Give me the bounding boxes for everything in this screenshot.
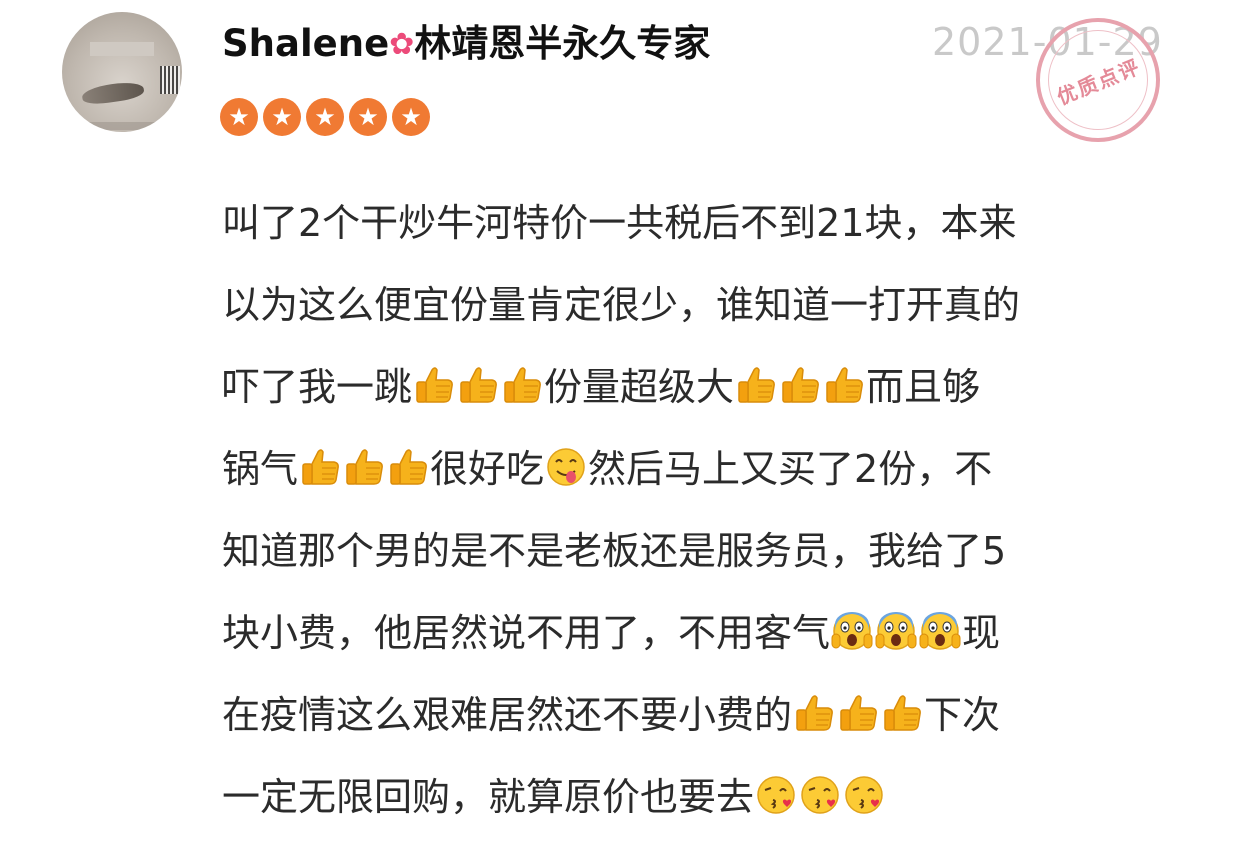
review-line: 以为这么便宜份量肯定很少，谁知道一打开真的 <box>222 264 1182 346</box>
review-text-segment: 份量超级大 <box>544 365 735 409</box>
username-title[interactable]: 林靖恩半永久专家 <box>414 22 710 65</box>
star-rating: ★ ★ ★ ★ ★ <box>220 98 430 136</box>
review-text-segment: 很好吃 <box>430 447 545 491</box>
review-text-segment: 在疫情这么艰难居然还不要小费的 <box>222 693 793 737</box>
avatar-qr-code <box>160 66 180 94</box>
star-icon: ★ <box>263 98 301 136</box>
yum-face-icon <box>544 434 588 486</box>
review-line: 知道那个男的是不是老板还是服务员，我给了5 <box>222 510 1182 592</box>
review-text-segment: 一定无限回购，就算原价也要去 <box>222 775 755 819</box>
avatar-caption <box>84 122 160 130</box>
scream-face-icon <box>874 598 918 650</box>
star-icon: ★ <box>220 98 258 136</box>
star-icon: ★ <box>392 98 430 136</box>
star-icon: ★ <box>349 98 387 136</box>
review-line: 叫了2个干炒牛河特价一共税后不到21块，本来 <box>222 182 1182 264</box>
review-text-segment: 吓了我一跳 <box>222 365 413 409</box>
review-text-segment: 叫了2个干炒牛河特价一共税后不到21块，本来 <box>222 201 1017 245</box>
review-text-segment: 块小费，他居然说不用了，不用客气 <box>222 611 831 655</box>
review-text-segment: 以为这么便宜份量肯定很少，谁知道一打开真的 <box>222 283 1021 327</box>
star-icon: ★ <box>306 98 344 136</box>
username[interactable]: Shalene✿林靖恩半永久专家 <box>222 20 710 69</box>
review-text-segment: 然后马上又买了2份，不 <box>588 447 993 491</box>
thumbs-up-icon <box>298 434 342 485</box>
kiss-face-icon <box>842 762 886 814</box>
review-line: 在疫情这么艰难居然还不要小费的 下次 <box>222 674 1182 756</box>
kiss-face-icon <box>754 762 798 814</box>
review-text-segment: 锅气 <box>222 447 299 491</box>
thumbs-up-icon <box>792 680 836 731</box>
thumbs-up-icon <box>386 434 430 485</box>
thumbs-up-icon <box>880 680 924 731</box>
kiss-face-icon <box>798 762 842 814</box>
review-text-segment: 下次 <box>924 693 1001 737</box>
thumbs-up-icon <box>822 352 866 403</box>
review-line: 块小费，他居然说不用了，不用客气 现 <box>222 592 1182 674</box>
avatar-blurred-text <box>90 42 154 56</box>
review-line: 锅气 很好吃 然后马上又买了2份，不 <box>222 428 1182 510</box>
hibiscus-flower-icon: ✿ <box>389 27 415 62</box>
stamp-text: 优质点评 <box>1053 53 1144 109</box>
thumbs-up-icon <box>456 352 500 403</box>
review-text: 叫了2个干炒牛河特价一共税后不到21块，本来 以为这么便宜份量肯定很少，谁知道一打… <box>222 182 1182 838</box>
username-name[interactable]: Shalene <box>222 22 389 65</box>
review-text-segment: 现 <box>962 611 1001 655</box>
avatar[interactable] <box>62 12 182 132</box>
thumbs-up-icon <box>500 352 544 403</box>
thumbs-up-icon <box>412 352 456 403</box>
review-line: 吓了我一跳 份量超级大 而且够 <box>222 346 1182 428</box>
thumbs-up-icon <box>734 352 778 403</box>
avatar-eyebrow-image <box>81 79 145 107</box>
review-text-segment: 知道那个男的是不是老板还是服务员，我给了5 <box>222 529 1007 573</box>
scream-face-icon <box>918 598 962 650</box>
scream-face-icon <box>830 598 874 650</box>
thumbs-up-icon <box>778 352 822 403</box>
review-line: 一定无限回购，就算原价也要去 <box>222 756 1182 838</box>
thumbs-up-icon <box>836 680 880 731</box>
thumbs-up-icon <box>342 434 386 485</box>
review-text-segment: 而且够 <box>866 365 981 409</box>
